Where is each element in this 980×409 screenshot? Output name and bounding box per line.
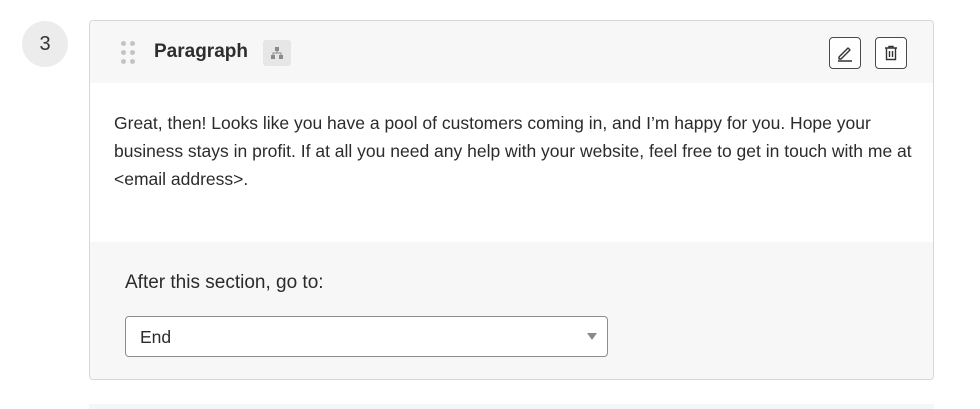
after-section-selected-value: End [140, 327, 172, 347]
block-header: Paragraph [90, 21, 933, 83]
edit-button[interactable] [829, 37, 861, 69]
pencil-icon [838, 47, 852, 62]
paragraph-block-card: Paragraph Great, then! Looks like you ha… [89, 20, 934, 380]
branch-logic-icon[interactable] [263, 40, 291, 66]
section-number-badge: 3 [22, 21, 68, 67]
next-section-edge [89, 404, 934, 409]
caret-down-icon [587, 333, 597, 340]
paragraph-body-text: Great, then! Looks like you have a pool … [114, 113, 912, 189]
drag-handle-icon[interactable] [121, 41, 137, 65]
after-section-label: After this section, go to: [125, 272, 324, 293]
delete-button[interactable] [875, 37, 907, 69]
section-navigation-panel: After this section, go to: End [90, 242, 933, 379]
section-number: 3 [39, 32, 51, 55]
after-section-select[interactable]: End [125, 316, 608, 357]
trash-icon [885, 45, 897, 61]
block-type-title: Paragraph [154, 41, 248, 62]
